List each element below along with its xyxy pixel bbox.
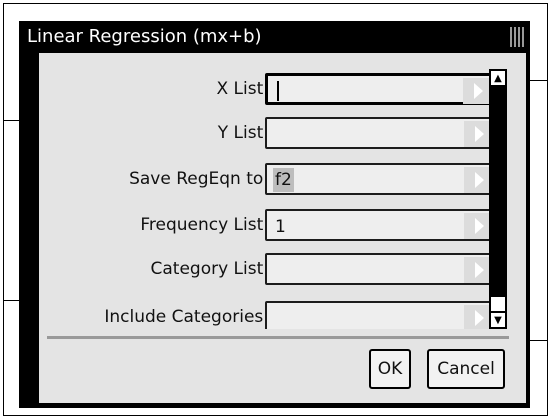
- y-list-label: Y List:: [217, 123, 269, 143]
- cancel-button[interactable]: Cancel: [427, 349, 505, 389]
- text-cursor: [277, 81, 279, 101]
- include-categories-label: Include Categories:: [104, 307, 269, 327]
- frequency-list-row: Frequency List: 1: [39, 205, 509, 245]
- category-list-field[interactable]: [265, 253, 502, 285]
- scrollbar-thumb[interactable]: [491, 87, 505, 297]
- form-scrollbar[interactable]: ▲ ▼: [489, 69, 507, 329]
- titlebar-grip-icon: [510, 27, 524, 47]
- ok-button[interactable]: OK: [369, 349, 411, 389]
- background-divider: [530, 80, 548, 81]
- scroll-up-icon[interactable]: ▲: [491, 71, 505, 87]
- frequency-list-value: 1: [275, 217, 286, 237]
- x-list-label: X List:: [216, 79, 270, 99]
- frequency-list-field[interactable]: 1: [265, 209, 502, 241]
- save-regeqn-field[interactable]: f2: [265, 163, 502, 195]
- x-list-field[interactable]: [265, 73, 502, 105]
- save-regeqn-row: Save RegEqn to: f2: [39, 159, 509, 199]
- background-divider: [530, 340, 548, 341]
- include-categories-field[interactable]: [265, 301, 502, 329]
- category-list-row: Category List:: [39, 249, 509, 289]
- save-regeqn-label: Save RegEqn to:: [129, 169, 269, 189]
- dialog-titlebar: Linear Regression (mx+b): [19, 21, 530, 53]
- category-list-label: Category List:: [150, 259, 269, 279]
- x-list-row: X List:: [39, 69, 509, 109]
- scroll-down-icon[interactable]: ▼: [491, 311, 505, 327]
- button-divider: [47, 336, 509, 339]
- dialog-body: X List: Y List: Save RegEqn to: f2 Frequ…: [39, 53, 526, 403]
- y-list-field[interactable]: [265, 117, 502, 149]
- include-categories-row: Include Categories:: [39, 297, 509, 329]
- dialog-title: Linear Regression (mx+b): [27, 26, 262, 47]
- frequency-list-label: Frequency List:: [140, 215, 269, 235]
- save-regeqn-value: f2: [273, 168, 294, 192]
- y-list-row: Y List:: [39, 113, 509, 153]
